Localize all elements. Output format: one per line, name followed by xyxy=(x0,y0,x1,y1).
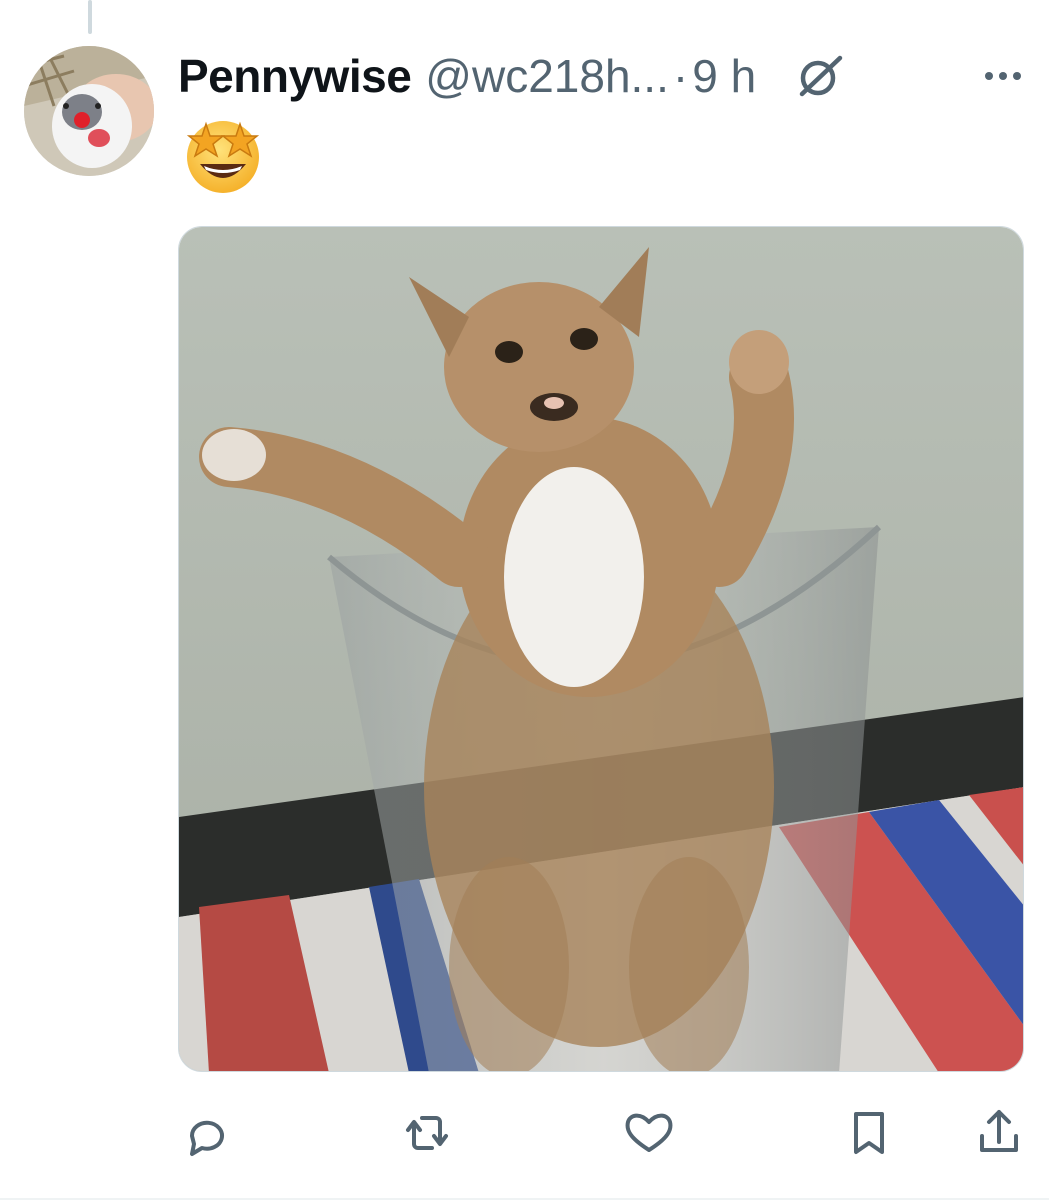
bookmark-icon[interactable] xyxy=(840,1104,898,1162)
kitten-avatar-image xyxy=(24,46,154,176)
separator-dot: · xyxy=(672,50,689,102)
tweet-header: Pennywise @wc218h... · 9 h xyxy=(178,44,1028,108)
display-name[interactable]: Pennywise xyxy=(178,49,412,103)
tweet-media-photo[interactable] xyxy=(178,226,1024,1072)
cat-in-cup-photo xyxy=(179,227,1023,1071)
more-icon[interactable] xyxy=(978,50,1028,100)
grok-icon[interactable] xyxy=(796,52,844,100)
retweet-icon[interactable] xyxy=(398,1104,456,1162)
timestamp[interactable]: 9 h xyxy=(692,49,756,103)
reply-icon[interactable] xyxy=(178,1104,236,1162)
star-struck-emoji xyxy=(182,114,264,196)
thread-connector-line xyxy=(88,0,92,34)
avatar[interactable] xyxy=(24,46,154,176)
user-handle[interactable]: @wc218h... xyxy=(425,49,669,103)
share-icon[interactable] xyxy=(970,1104,1028,1162)
tweet-actions-bar xyxy=(178,1104,1028,1164)
like-icon[interactable] xyxy=(620,1104,678,1162)
